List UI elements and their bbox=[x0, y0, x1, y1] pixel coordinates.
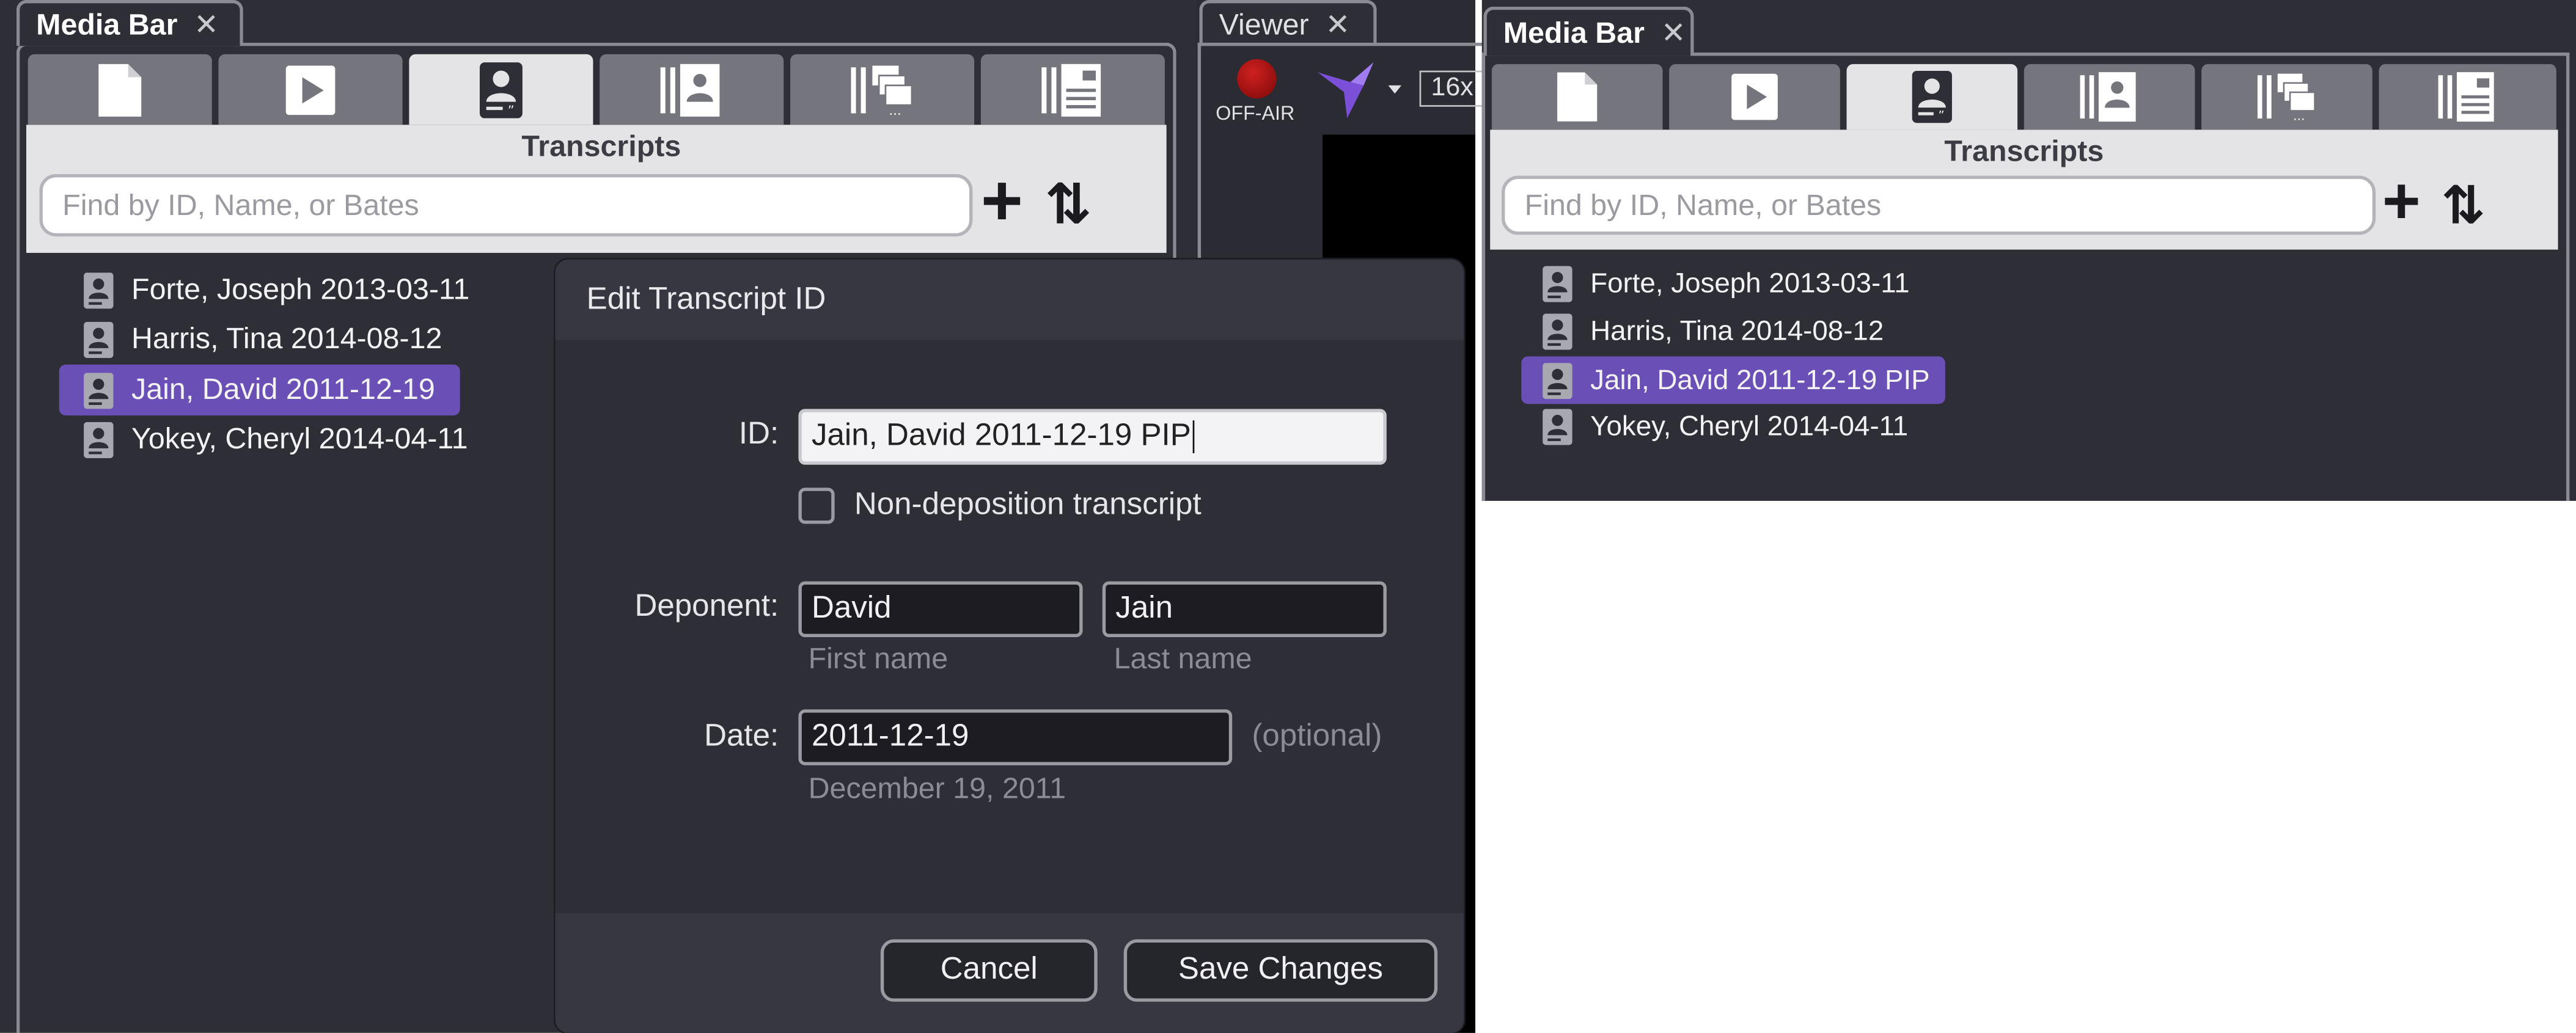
off-air-status: OFF-AIR bbox=[1216, 101, 1295, 125]
left-list-item-2-selected[interactable]: Jain, David 2011-12-19 bbox=[59, 364, 460, 416]
right-list-item-3[interactable]: Yokey, Cheryl 2014-04-11 bbox=[1525, 404, 1952, 450]
transcript-icon bbox=[1909, 69, 1955, 125]
right-tab-exhibits[interactable] bbox=[2024, 64, 2195, 130]
id-label: ID: bbox=[738, 417, 779, 452]
document-icon bbox=[1554, 69, 1600, 125]
right-tab-transcripts[interactable] bbox=[1846, 64, 2018, 130]
edit-transcript-dialog: Edit Transcript ID ID: Jain, David 2011-… bbox=[555, 259, 1464, 1033]
transcript-list-icon bbox=[1541, 409, 1574, 445]
non-deposition-label[interactable]: Non-deposition transcript bbox=[854, 487, 1202, 524]
list-item-label: Forte, Joseph 2013-03-11 bbox=[131, 272, 470, 306]
chevron-down-icon[interactable] bbox=[1388, 85, 1402, 94]
exhibit-list-icon bbox=[2079, 71, 2141, 123]
left-panel-close-icon[interactable]: ✕ bbox=[194, 7, 219, 42]
date-optional-hint: (optional) bbox=[1252, 719, 1382, 754]
right-tab-documents[interactable] bbox=[1491, 64, 1663, 130]
left-list-item-1[interactable]: Harris, Tina 2014-08-12 bbox=[62, 315, 506, 363]
text-caret bbox=[1192, 420, 1195, 453]
list-item-label: Jain, David 2011-12-19 bbox=[131, 373, 435, 406]
right-tab-clips[interactable] bbox=[2201, 64, 2372, 130]
play-icon bbox=[284, 63, 337, 115]
date-display-text: December 19, 2011 bbox=[808, 772, 1066, 805]
right-tab-notebook[interactable] bbox=[2379, 64, 2556, 130]
last-name-field[interactable]: Jain bbox=[1102, 581, 1387, 638]
list-item-label: Forte, Joseph 2013-03-11 bbox=[1590, 268, 1910, 299]
list-item-label: Harris, Tina 2014-08-12 bbox=[1590, 315, 1884, 347]
left-tab-documents[interactable] bbox=[28, 54, 212, 125]
screenshot-scene: Media Bar ✕ Transcripts Find by ID, Name… bbox=[0, 0, 2576, 1033]
transcript-list-icon bbox=[1541, 313, 1574, 349]
bird-logo-icon[interactable] bbox=[1315, 56, 1381, 122]
left-panel-title: Media Bar bbox=[36, 7, 178, 40]
list-item-label: Yokey, Cheryl 2014-04-11 bbox=[131, 422, 468, 455]
left-sort-icon[interactable]: ⇅ bbox=[1045, 169, 1092, 241]
cancel-button[interactable]: Cancel bbox=[880, 939, 1098, 1002]
date-label: Date: bbox=[704, 719, 779, 754]
dialog-title: Edit Transcript ID bbox=[586, 282, 826, 316]
transcript-list-icon bbox=[82, 372, 115, 408]
left-tab-media[interactable] bbox=[218, 54, 403, 125]
left-tab-transcripts[interactable] bbox=[409, 54, 593, 125]
right-list-item-2-selected[interactable]: Jain, David 2011-12-19 PIP bbox=[1521, 356, 1945, 404]
date-field[interactable]: 2011-12-19 bbox=[798, 709, 1233, 765]
viewer-title: Viewer bbox=[1219, 7, 1309, 40]
clips-icon bbox=[2256, 71, 2318, 123]
left-tab-notebook[interactable] bbox=[980, 54, 1165, 125]
last-name-hint: Last name bbox=[1114, 642, 1252, 675]
right-panel-tab[interactable]: Media Bar ✕ bbox=[1483, 6, 1694, 56]
right-list-item-0[interactable]: Forte, Joseph 2013-03-11 bbox=[1525, 261, 1952, 307]
transcript-list-icon bbox=[1541, 266, 1574, 302]
left-tab-clips[interactable] bbox=[790, 54, 975, 125]
list-item-label: Jain, David 2011-12-19 PIP bbox=[1590, 363, 1930, 395]
document-icon bbox=[95, 60, 145, 119]
id-field-value: Jain, David 2011-12-19 PIP bbox=[811, 418, 1191, 453]
list-item-label: Yokey, Cheryl 2014-04-11 bbox=[1590, 411, 1909, 442]
exhibit-list-icon bbox=[659, 62, 725, 117]
notebook-icon bbox=[2437, 71, 2499, 123]
save-changes-button[interactable]: Save Changes bbox=[1123, 939, 1438, 1002]
left-search-input[interactable]: Find by ID, Name, or Bates bbox=[39, 173, 973, 237]
dialog-header: Edit Transcript ID bbox=[555, 259, 1464, 340]
deponent-label: Deponent: bbox=[634, 590, 779, 624]
first-name-hint: First name bbox=[808, 642, 949, 675]
left-list-item-0[interactable]: Forte, Joseph 2013-03-11 bbox=[62, 266, 506, 313]
right-search-input[interactable]: Find by ID, Name, or Bates bbox=[1502, 175, 2376, 235]
right-add-icon[interactable]: + bbox=[2382, 164, 2421, 240]
id-field[interactable]: Jain, David 2011-12-19 PIP bbox=[798, 409, 1387, 465]
transcript-list-icon bbox=[1541, 362, 1574, 398]
play-icon bbox=[1730, 72, 1780, 122]
left-add-icon[interactable]: + bbox=[981, 161, 1023, 243]
viewer-tab[interactable]: Viewer ✕ bbox=[1199, 0, 1377, 46]
left-tab-exhibits[interactable] bbox=[600, 54, 784, 125]
right-panel-title: Media Bar bbox=[1503, 15, 1645, 49]
transcript-list-icon bbox=[82, 272, 115, 308]
right-list-item-1[interactable]: Harris, Tina 2014-08-12 bbox=[1525, 308, 1952, 354]
left-list-item-3[interactable]: Yokey, Cheryl 2014-04-11 bbox=[62, 415, 506, 463]
zoom-level-box[interactable]: 16x bbox=[1419, 70, 1486, 107]
non-deposition-checkbox[interactable] bbox=[798, 487, 835, 524]
right-tab-media[interactable] bbox=[1669, 64, 1840, 130]
right-sort-icon[interactable]: ⇅ bbox=[2442, 171, 2486, 240]
clips-icon bbox=[849, 62, 916, 117]
right-panel-close-icon[interactable]: ✕ bbox=[1661, 16, 1686, 50]
notebook-icon bbox=[1040, 62, 1106, 117]
off-air-light-icon bbox=[1237, 59, 1277, 99]
transcript-list-icon bbox=[82, 422, 115, 458]
list-item-label: Harris, Tina 2014-08-12 bbox=[131, 321, 442, 355]
viewer-close-icon[interactable]: ✕ bbox=[1326, 7, 1351, 42]
left-panel-tab[interactable]: Media Bar ✕ bbox=[16, 0, 243, 46]
left-section-title: Transcripts bbox=[521, 130, 681, 163]
transcript-list-icon bbox=[82, 321, 115, 357]
first-name-field[interactable]: David bbox=[798, 581, 1083, 638]
transcript-icon bbox=[477, 60, 526, 119]
